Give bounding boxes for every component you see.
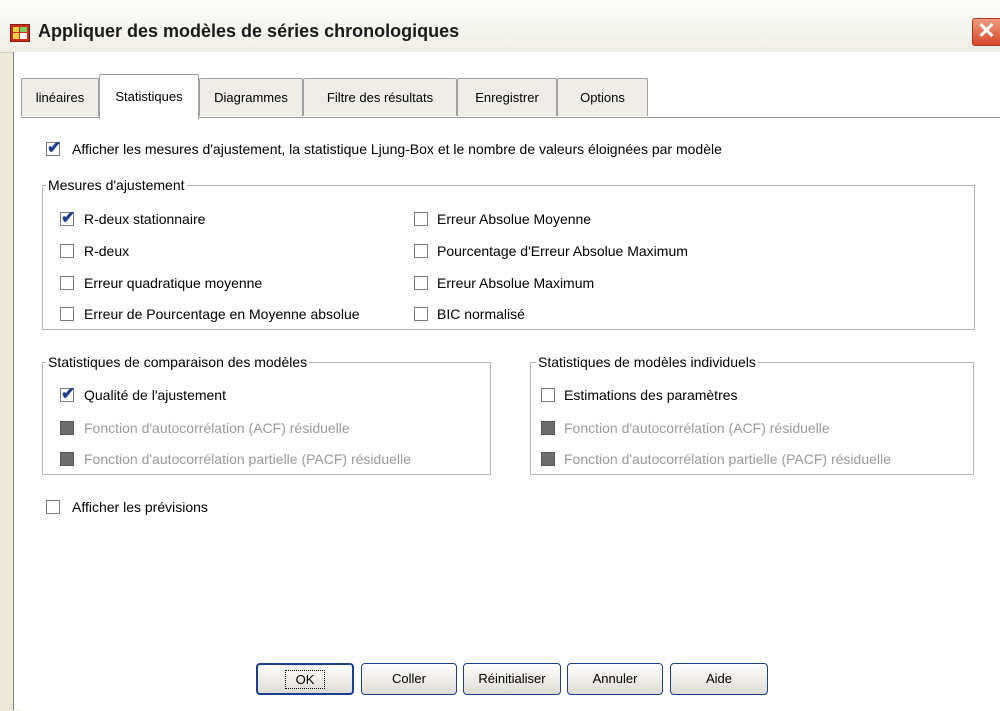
fit-maxae-checkbox[interactable] bbox=[414, 276, 428, 290]
fit-maxape-checkbox[interactable] bbox=[414, 244, 428, 258]
forecast-label[interactable]: Afficher les prévisions bbox=[72, 499, 208, 515]
individual-param-estimates-checkbox[interactable] bbox=[541, 388, 555, 402]
tab-statistiques[interactable]: Statistiques bbox=[99, 74, 199, 119]
individual-pacf-label: Fonction d'autocorrélation partielle (PA… bbox=[564, 451, 891, 467]
fit-mae-checkbox[interactable] bbox=[414, 212, 428, 226]
fit-maxae-label[interactable]: Erreur Absolue Maximum bbox=[437, 275, 594, 291]
fit-rmse-checkbox[interactable] bbox=[60, 276, 74, 290]
reset-button[interactable]: Réinitialiser bbox=[463, 663, 561, 695]
compare-models-legend: Statistiques de comparaison des modèles bbox=[46, 354, 310, 370]
ok-button[interactable]: OK bbox=[256, 663, 354, 695]
fit-mape-checkbox[interactable] bbox=[60, 307, 74, 321]
individual-acf-checkbox bbox=[541, 421, 555, 435]
cancel-button[interactable]: Annuler bbox=[567, 663, 663, 695]
compare-acf-label: Fonction d'autocorrélation (ACF) résidue… bbox=[84, 420, 350, 436]
compare-pacf-label: Fonction d'autocorrélation partielle (PA… bbox=[84, 451, 411, 467]
fit-maxape-label[interactable]: Pourcentage d'Erreur Absolue Maximum bbox=[437, 243, 688, 259]
fit-stationary-r2-checkbox[interactable] bbox=[60, 208, 75, 228]
help-button[interactable]: Aide bbox=[670, 663, 768, 695]
window-title: Appliquer des modèles de séries chronolo… bbox=[38, 21, 460, 41]
fit-stationary-r2-label[interactable]: R-deux stationnaire bbox=[84, 211, 205, 227]
title-bar: Appliquer des modèles de séries chronolo… bbox=[0, 0, 1000, 53]
fit-bic-checkbox[interactable] bbox=[414, 307, 428, 321]
forecast-checkbox[interactable] bbox=[46, 500, 60, 514]
fit-r2-label[interactable]: R-deux bbox=[84, 243, 129, 259]
fit-mape-label[interactable]: Erreur de Pourcentage en Moyenne absolue bbox=[84, 306, 360, 322]
tab-diagrammes[interactable]: Diagrammes bbox=[199, 78, 303, 116]
tab-options[interactable]: Options bbox=[557, 78, 648, 116]
tab-enregistrer[interactable]: Enregistrer bbox=[457, 78, 557, 116]
fit-rmse-label[interactable]: Erreur quadratique moyenne bbox=[84, 275, 262, 291]
app-icon bbox=[10, 24, 30, 42]
compare-goodness-fit-checkbox[interactable] bbox=[60, 384, 75, 404]
ok-button-label: OK bbox=[284, 670, 326, 689]
fit-bic-label[interactable]: BIC normalisé bbox=[437, 306, 525, 322]
tab-filtre-resultats[interactable]: Filtre des résultats bbox=[303, 78, 457, 116]
individual-models-legend: Statistiques de modèles individuels bbox=[536, 354, 758, 370]
individual-param-estimates-label[interactable]: Estimations des paramètres bbox=[564, 387, 738, 403]
fit-r2-checkbox[interactable] bbox=[60, 244, 74, 258]
individual-pacf-checkbox bbox=[541, 452, 555, 466]
compare-pacf-checkbox bbox=[60, 452, 74, 466]
paste-button[interactable]: Coller bbox=[361, 663, 457, 695]
tab-lineaires[interactable]: linéaires bbox=[21, 78, 99, 116]
main-option-checkbox[interactable] bbox=[46, 138, 61, 158]
main-option-label[interactable]: Afficher les mesures d'ajustement, la st… bbox=[72, 141, 722, 157]
close-button[interactable]: ✕ bbox=[972, 18, 1000, 46]
individual-acf-label: Fonction d'autocorrélation (ACF) résidue… bbox=[564, 420, 830, 436]
compare-goodness-fit-label[interactable]: Qualité de l'ajustement bbox=[84, 387, 226, 403]
fit-mae-label[interactable]: Erreur Absolue Moyenne bbox=[437, 211, 591, 227]
compare-acf-checkbox bbox=[60, 421, 74, 435]
fit-measures-legend: Mesures d'ajustement bbox=[46, 177, 187, 193]
